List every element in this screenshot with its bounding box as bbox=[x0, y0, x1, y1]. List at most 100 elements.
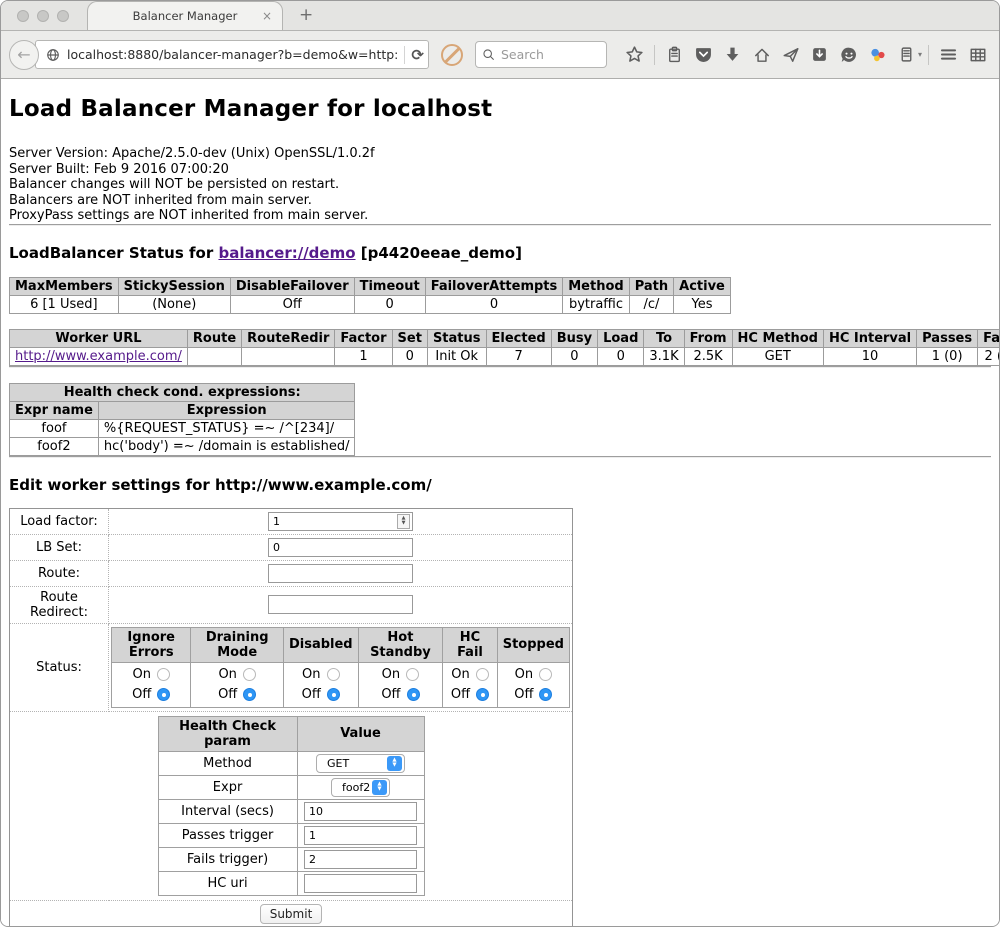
toolbar-icons: ▾ bbox=[621, 41, 991, 68]
lb-status-heading: LoadBalancer Status for balancer://demo … bbox=[9, 244, 991, 262]
col-from: From bbox=[684, 329, 732, 347]
radio-stopped-on[interactable] bbox=[539, 668, 552, 681]
route-redirect-input[interactable] bbox=[268, 595, 413, 614]
col-active: Active bbox=[674, 277, 731, 295]
form-row-load-factor: Load factor: ▲▼ bbox=[10, 508, 573, 534]
radio-stopped-off[interactable] bbox=[539, 688, 552, 701]
hc-uri-input[interactable] bbox=[304, 874, 417, 893]
zoom-window-button[interactable] bbox=[57, 10, 69, 22]
lb-status-prefix: LoadBalancer Status for bbox=[9, 244, 218, 262]
send-to-device-icon[interactable] bbox=[777, 41, 804, 68]
on-label: On bbox=[451, 665, 469, 685]
close-window-button[interactable] bbox=[17, 10, 29, 22]
navigation-toolbar: ← localhost:8880/balancer-manager?b=demo… bbox=[1, 31, 999, 79]
back-button[interactable]: ← bbox=[9, 40, 39, 70]
col-status: Status bbox=[427, 329, 486, 347]
route-input[interactable] bbox=[268, 564, 413, 583]
radio-disabled-off[interactable] bbox=[327, 688, 340, 701]
radio-ignore-errors-on[interactable] bbox=[157, 668, 170, 681]
col-draining-mode: Draining Mode bbox=[191, 627, 284, 662]
globe-icon bbox=[46, 48, 60, 62]
cell-method: bytraffic bbox=[563, 295, 629, 313]
col-set: Set bbox=[392, 329, 427, 347]
interval-input[interactable] bbox=[304, 802, 417, 821]
search-input[interactable]: Search bbox=[475, 41, 607, 68]
cell-disablefailover: Off bbox=[230, 295, 354, 313]
bookmark-star-icon[interactable] bbox=[621, 41, 648, 68]
radio-draining-mode-on[interactable] bbox=[243, 668, 256, 681]
form-row-status: Status: Ignore Errors Draining Mode Disa… bbox=[10, 623, 573, 711]
fails-input[interactable] bbox=[304, 850, 417, 869]
grid-icon[interactable] bbox=[964, 41, 991, 68]
route-label: Route: bbox=[10, 560, 109, 586]
toolbar-separator bbox=[654, 45, 655, 65]
col-disablefailover: DisableFailover bbox=[230, 277, 354, 295]
method-select[interactable]: GET ▲▼ bbox=[316, 754, 405, 773]
cell-fails: 2 (0) bbox=[978, 347, 1000, 365]
tab-balancer-manager[interactable]: Balancer Manager × bbox=[87, 1, 283, 30]
close-tab-icon[interactable]: × bbox=[262, 9, 272, 23]
col-value: Value bbox=[297, 716, 424, 751]
url-text[interactable]: localhost:8880/balancer-manager?b=demo&w… bbox=[67, 47, 398, 62]
menu-hamburger-icon[interactable] bbox=[935, 41, 962, 68]
chat-smiley-icon[interactable] bbox=[835, 41, 862, 68]
radio-hot-standby-on[interactable] bbox=[406, 668, 419, 681]
extension-panel-icon[interactable] bbox=[893, 41, 920, 68]
hc-params-header-row: Health Check param Value bbox=[158, 716, 424, 751]
cell-maxmembers: 6 [1 Used] bbox=[10, 295, 119, 313]
dropdown-caret-icon[interactable]: ▾ bbox=[918, 50, 922, 59]
radio-disabled-on[interactable] bbox=[327, 668, 340, 681]
cell-busy: 0 bbox=[551, 347, 597, 365]
hc-params-table: Health Check param Value Method GET ▲▼ bbox=[158, 716, 425, 896]
divider bbox=[9, 456, 991, 458]
save-to-app-icon[interactable] bbox=[806, 41, 833, 68]
submit-button[interactable]: Submit bbox=[260, 904, 323, 924]
route-redirect-label: Route Redirect: bbox=[10, 586, 109, 623]
table-header-row: MaxMembers StickySession DisableFailover… bbox=[10, 277, 731, 295]
number-spinner-icon[interactable]: ▲▼ bbox=[397, 514, 410, 529]
radio-hc-fail-off[interactable] bbox=[476, 688, 489, 701]
lb-set-input[interactable] bbox=[268, 538, 413, 557]
url-bar[interactable]: localhost:8880/balancer-manager?b=demo&w… bbox=[35, 40, 429, 69]
radio-hc-fail-on[interactable] bbox=[476, 668, 489, 681]
clipboard-icon[interactable] bbox=[661, 41, 688, 68]
minimize-window-button[interactable] bbox=[37, 10, 49, 22]
hc-param-row-hc-uri: HC uri bbox=[158, 871, 424, 895]
pocket-icon[interactable] bbox=[690, 41, 717, 68]
load-factor-input[interactable]: ▲▼ bbox=[268, 512, 413, 531]
worker-row: http://www.example.com/ 1 0 Init Ok 7 0 … bbox=[10, 347, 1000, 365]
col-load: Load bbox=[598, 329, 644, 347]
col-worker-url: Worker URL bbox=[10, 329, 188, 347]
home-icon[interactable] bbox=[748, 41, 775, 68]
hc-expressions-title: Health check cond. expressions: bbox=[10, 383, 355, 401]
toolbar-separator bbox=[928, 45, 929, 65]
cell-expr-name: foof bbox=[10, 419, 99, 437]
radio-hot-standby-off[interactable] bbox=[407, 688, 420, 701]
form-row-submit: Submit bbox=[10, 900, 573, 927]
page-title: Load Balancer Manager for localhost bbox=[9, 79, 991, 122]
tab-title: Balancer Manager bbox=[133, 9, 238, 23]
radio-ignore-errors-off[interactable] bbox=[157, 688, 170, 701]
col-hc-param: Health Check param bbox=[158, 716, 297, 751]
expr-select[interactable]: foof2 ▲▼ bbox=[331, 778, 390, 797]
note-balancers: Balancers are NOT inherited from main se… bbox=[9, 193, 991, 209]
content-blocked-icon[interactable] bbox=[441, 44, 463, 66]
palette-dots-icon[interactable] bbox=[864, 41, 891, 68]
load-factor-field[interactable] bbox=[269, 514, 397, 529]
new-tab-button[interactable]: + bbox=[299, 5, 313, 25]
radio-draining-mode-off[interactable] bbox=[243, 688, 256, 701]
on-label: On bbox=[302, 665, 320, 685]
downloads-icon[interactable] bbox=[719, 41, 746, 68]
balancer-demo-link[interactable]: balancer://demo bbox=[218, 244, 355, 262]
window-controls[interactable] bbox=[17, 10, 69, 22]
lb-set-label: LB Set: bbox=[10, 534, 109, 560]
passes-input[interactable] bbox=[304, 826, 417, 845]
load-factor-label: Load factor: bbox=[10, 508, 109, 534]
reload-icon[interactable]: ⟳ bbox=[411, 46, 424, 64]
hc-uri-label: HC uri bbox=[158, 871, 297, 895]
interval-label: Interval (secs) bbox=[158, 799, 297, 823]
worker-url-link[interactable]: http://www.example.com/ bbox=[15, 349, 182, 364]
divider bbox=[9, 366, 991, 368]
col-timeout: Timeout bbox=[354, 277, 425, 295]
form-row-route-redirect: Route Redirect: bbox=[10, 586, 573, 623]
